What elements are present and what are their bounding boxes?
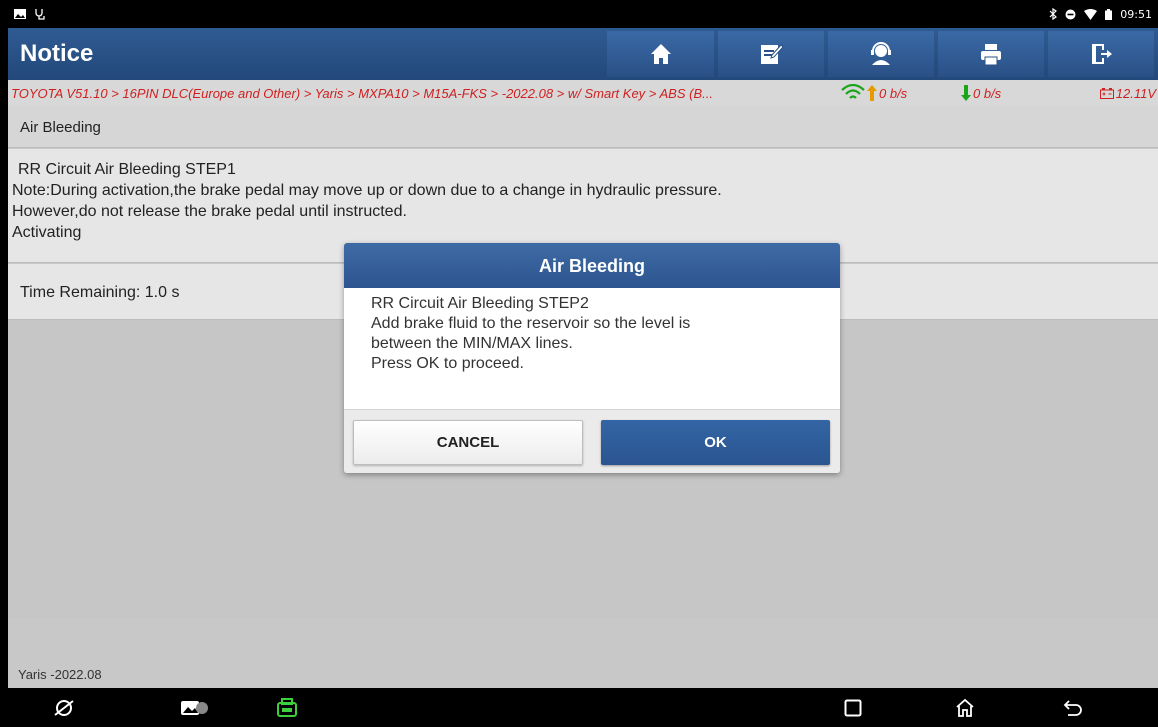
wifi-icon bbox=[1084, 8, 1098, 20]
dialog-title: Air Bleeding bbox=[344, 243, 840, 288]
dialog-actions: CANCEL OK bbox=[344, 409, 840, 473]
back-button[interactable] bbox=[1061, 696, 1085, 720]
browser-shortcut[interactable] bbox=[52, 696, 76, 720]
title-bar: Notice bbox=[8, 28, 1158, 80]
clock: 09:51 bbox=[1120, 7, 1152, 21]
download-rate-value: 0 b/s bbox=[973, 85, 1002, 101]
home-nav-button[interactable] bbox=[953, 696, 977, 720]
report-button[interactable] bbox=[717, 31, 824, 77]
home-nav-icon bbox=[956, 698, 974, 717]
vci-shortcut[interactable] bbox=[275, 696, 299, 720]
breadcrumb: TOYOTA V51.10 > 16PIN DLC(Europe and Oth… bbox=[11, 85, 713, 101]
voltage-readout: 12.11V bbox=[1099, 85, 1158, 101]
back-icon bbox=[1063, 700, 1082, 716]
battery-icon bbox=[1105, 8, 1113, 20]
gallery-toggle-icon bbox=[181, 701, 208, 715]
gallery-shortcut[interactable] bbox=[180, 696, 210, 720]
app-screen: 09:51 Notice TOYOTA V51.10 > 16PIN DLC(E… bbox=[8, 0, 1158, 727]
home-icon bbox=[650, 44, 671, 64]
dialog-instruction-cont: between the MIN/MAX lines. bbox=[371, 335, 573, 352]
signal-icon bbox=[841, 84, 865, 99]
support-icon bbox=[870, 42, 891, 65]
vehicle-info: Yaris -2022.08 bbox=[18, 667, 102, 682]
upload-rate: 0 b/s bbox=[841, 84, 961, 102]
recents-button[interactable] bbox=[841, 696, 865, 720]
footer: Yaris -2022.08 bbox=[8, 618, 1158, 688]
planet-icon bbox=[54, 700, 74, 716]
recents-icon bbox=[844, 699, 862, 717]
report-icon bbox=[760, 44, 784, 64]
dialog-instruction: Add brake fluid to the reservoir so the … bbox=[371, 315, 691, 332]
download-rate: 0 b/s bbox=[961, 85, 1071, 101]
exit-icon bbox=[1091, 44, 1112, 64]
dialog-prompt: Press OK to proceed. bbox=[371, 355, 524, 372]
page-title: Notice bbox=[20, 40, 94, 67]
gallery-notification-icon bbox=[14, 9, 26, 19]
section-title: Air Bleeding bbox=[8, 106, 1158, 148]
info-note: Note:During activation,the brake pedal m… bbox=[12, 182, 722, 199]
breadcrumb-bar: TOYOTA V51.10 > 16PIN DLC(Europe and Oth… bbox=[8, 80, 1158, 106]
upload-rate-value: 0 b/s bbox=[879, 85, 908, 101]
home-button[interactable] bbox=[607, 31, 714, 77]
download-arrow-icon bbox=[961, 85, 971, 101]
info-step: RR Circuit Air Bleeding STEP1 bbox=[18, 161, 236, 178]
status-bar: 09:51 bbox=[8, 0, 1158, 28]
navigation-bar bbox=[8, 688, 1158, 727]
voltage-value: 12.11V bbox=[1115, 85, 1156, 101]
info-warning: However,do not release the brake pedal u… bbox=[12, 203, 407, 220]
cancel-button[interactable]: CANCEL bbox=[353, 420, 583, 465]
upload-arrow-icon bbox=[867, 85, 877, 101]
dialog-step: RR Circuit Air Bleeding STEP2 bbox=[371, 295, 589, 312]
support-button[interactable] bbox=[827, 31, 934, 77]
vehicle-battery-icon bbox=[1099, 87, 1114, 99]
do-not-disturb-icon bbox=[1065, 9, 1076, 19]
dialog-message: RR Circuit Air Bleeding STEP2 Add brake … bbox=[344, 288, 840, 409]
diagnostic-notification-icon bbox=[35, 9, 45, 20]
bluetooth-icon bbox=[1049, 8, 1058, 20]
info-status: Activating bbox=[12, 224, 82, 241]
exit-button[interactable] bbox=[1047, 31, 1155, 77]
air-bleeding-dialog: Air Bleeding RR Circuit Air Bleeding STE… bbox=[344, 243, 840, 473]
print-icon bbox=[980, 44, 1001, 66]
print-button[interactable] bbox=[937, 31, 1044, 77]
ok-button[interactable]: OK bbox=[601, 420, 830, 465]
vci-icon bbox=[277, 698, 297, 717]
